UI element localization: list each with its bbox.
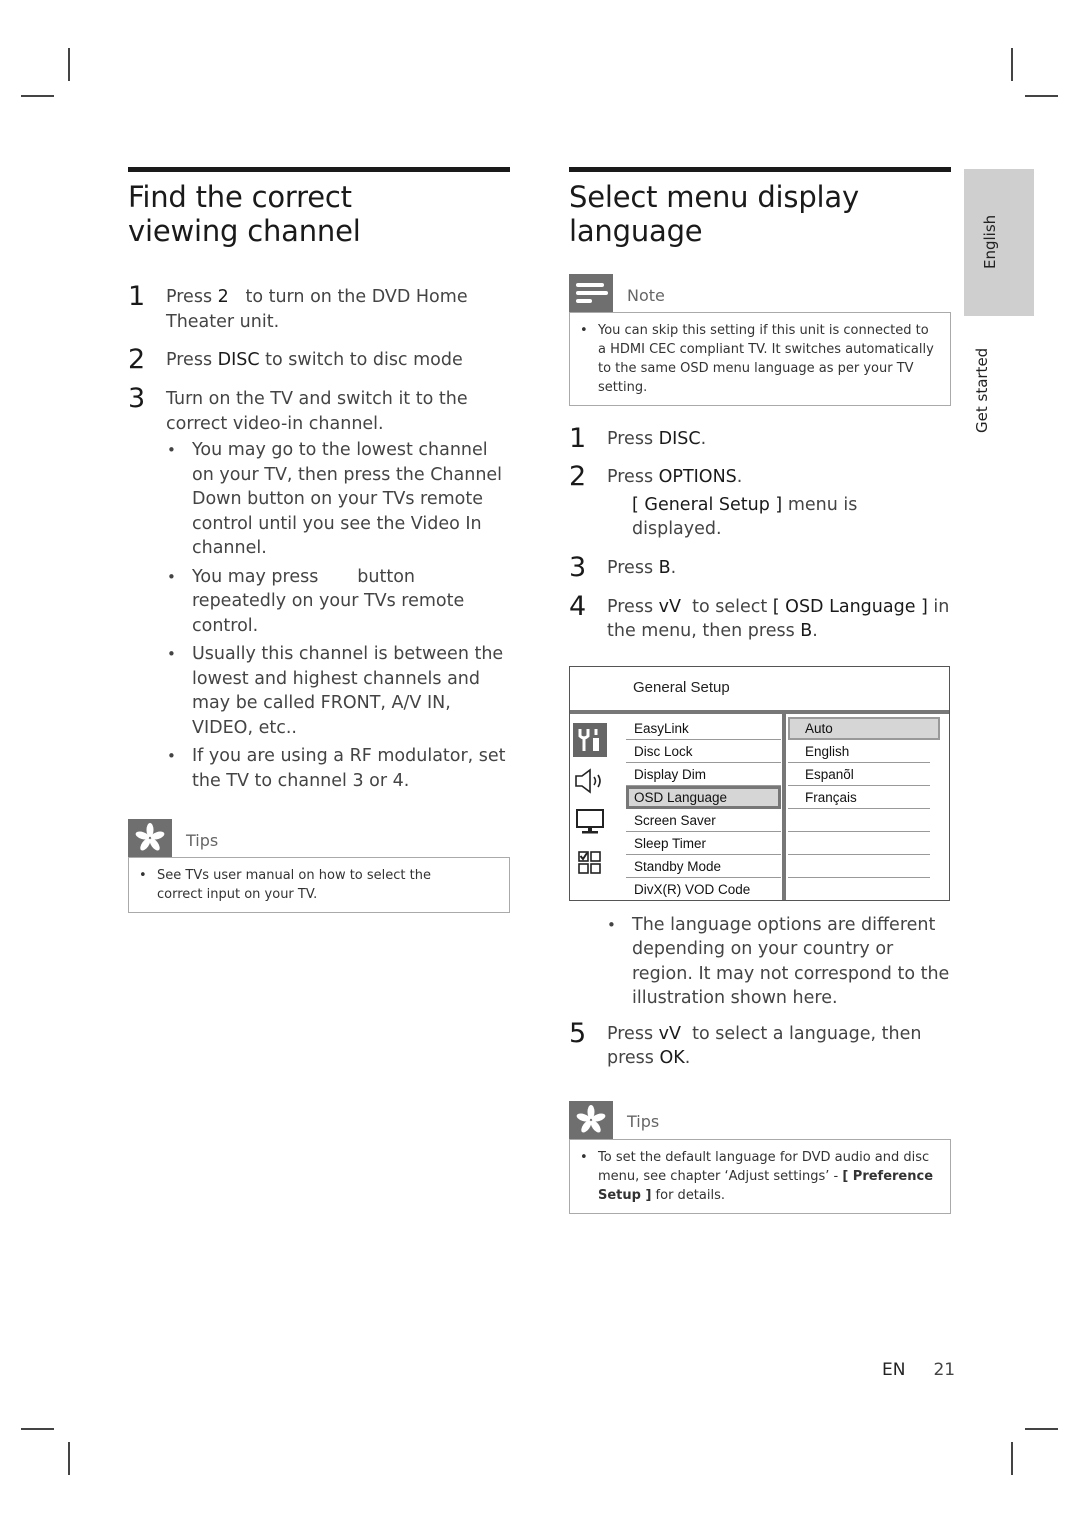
tips-label: Tips [186, 830, 219, 850]
note-box: Note You can skip this setting if this u… [569, 274, 951, 406]
key-label: OPTIONS [658, 467, 737, 487]
note-text: You can skip this setting if this unit i… [580, 321, 940, 397]
tips-icon [569, 1100, 613, 1139]
step-number: 3 [569, 551, 587, 583]
note-label: Note [627, 285, 665, 305]
menu-title: General Setup [633, 678, 730, 696]
title-rule [128, 167, 510, 172]
option-espanol[interactable]: Espanõl [788, 763, 930, 786]
menu-item-display-dim[interactable]: Display Dim [626, 763, 781, 786]
list-item: Usually this channel is between the lowe… [167, 642, 510, 740]
key-label: B [658, 557, 671, 578]
key-label: B [800, 621, 813, 641]
general-setup-menu-illustration: General Setup EasyLink Disc Lock Display… [569, 665, 950, 901]
option-auto[interactable]: Auto [788, 716, 940, 740]
menu-item-standby-mode[interactable]: Standby Mode [626, 855, 781, 878]
menu-item-divx-vod-code[interactable]: DivX(R) VOD Code [626, 878, 781, 901]
step-number: 3 [128, 383, 146, 414]
hint-list: You may go to the lowest channel on your… [167, 438, 510, 793]
key-label: DISC [658, 429, 701, 449]
menu-reference: [ General Setup ] [632, 494, 783, 515]
preference-setup-icon [573, 846, 607, 880]
step-5: 5 Press vV to select a language, then pr… [569, 1017, 928, 1069]
step-4: 4 Press vV to select [ OSD Language ] in… [569, 590, 950, 642]
option-empty [788, 855, 930, 878]
list-item: You may go to the lowest channel on your… [167, 438, 510, 561]
general-setup-icon [573, 722, 607, 757]
hint-list: The language options are different depen… [607, 913, 951, 1011]
option-empty [788, 809, 930, 832]
menu-item-list: EasyLink Disc Lock Display Dim OSD Langu… [626, 717, 781, 901]
section-menu-language: Select menu display language Note You ca… [569, 167, 951, 1214]
menu-item-easylink[interactable]: EasyLink [626, 717, 781, 740]
section-find-channel: Find the correct viewing channel 1 Press… [128, 167, 510, 913]
crop-mark [1011, 48, 1013, 81]
step-1: 1 Press 2 to turn on the DVD Home Theate… [128, 281, 474, 332]
crop-mark [1011, 1442, 1013, 1475]
page-number: 21 [933, 1360, 956, 1380]
menu-item-disc-lock[interactable]: Disc Lock [626, 740, 781, 763]
option-empty [788, 832, 930, 855]
step-number: 1 [128, 281, 146, 312]
option-francais[interactable]: Français [788, 786, 930, 809]
step-number: 2 [128, 344, 146, 375]
key-label: vV [658, 596, 681, 617]
option-english[interactable]: English [788, 740, 930, 763]
menu-item-screen-saver[interactable]: Screen Saver [626, 809, 781, 832]
chapter-tab-label: Get started [973, 347, 991, 433]
crop-mark [21, 1428, 54, 1430]
step-number: 1 [569, 423, 587, 454]
tip-text: To set the default language for DVD audi… [580, 1148, 940, 1205]
step-number: 5 [569, 1017, 587, 1049]
tips-box: Tips See TVs user manual on how to selec… [128, 819, 510, 913]
crop-mark [1025, 1428, 1058, 1430]
menu-item-sleep-timer[interactable]: Sleep Timer [626, 832, 781, 855]
note-icon [569, 274, 613, 312]
language-tab-label: English [981, 214, 999, 269]
video-setup-icon [573, 805, 607, 839]
key-label: vV [658, 1023, 681, 1044]
footer-language: EN [882, 1360, 906, 1380]
tips-icon [128, 819, 172, 857]
title-rule [569, 167, 951, 172]
page-footer: EN 21 [882, 1360, 955, 1380]
tips-box: Tips To set the default language for DVD… [569, 1100, 951, 1214]
section-title: Select menu display language [569, 180, 859, 248]
crop-mark [68, 48, 70, 81]
step-number: 2 [569, 461, 587, 492]
key-label: OK [659, 1048, 685, 1068]
menu-reference: [ OSD Language ] [772, 596, 928, 617]
section-title: Find the correct viewing channel [128, 180, 361, 248]
language-option-list: Auto English Espanõl Français [788, 716, 940, 878]
step-2: 2 Press OPTIONS. [ General Setup ] menu … [569, 461, 858, 539]
list-item: The language options are different depen… [607, 913, 951, 1011]
crop-mark [1025, 95, 1058, 97]
step-2: 2 Press DISC to switch to disc mode [128, 344, 463, 375]
list-item: If you are using a RF modulator, set the… [167, 744, 510, 793]
crop-mark [21, 95, 54, 97]
language-tab: English [964, 169, 1034, 316]
menu-item-osd-language[interactable]: OSD Language [626, 785, 781, 809]
list-item: You may press button repeatedly on your … [167, 565, 510, 639]
key-label: 2 [217, 287, 229, 307]
step-3: 3 Press B. [569, 551, 677, 583]
tips-label: Tips [627, 1112, 660, 1131]
step-number: 4 [569, 590, 587, 622]
key-label: DISC [217, 350, 260, 370]
audio-setup-icon [573, 764, 607, 798]
tip-text: See TVs user manual on how to select the… [139, 866, 499, 904]
step-1: 1 Press DISC. [569, 423, 707, 454]
step-3: 3 Turn on the TV and switch it to the co… [128, 383, 468, 434]
crop-mark [68, 1442, 70, 1475]
